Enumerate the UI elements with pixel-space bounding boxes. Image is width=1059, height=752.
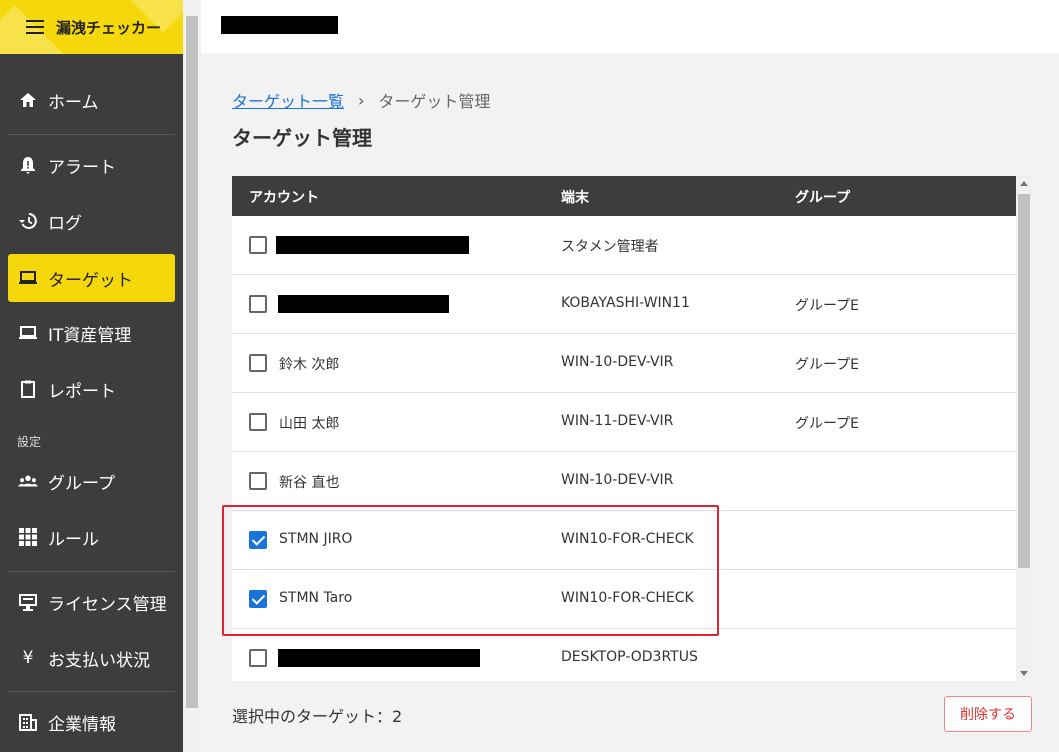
sidebar-scrollbar-thumb[interactable] [186, 16, 198, 708]
column-header-terminal: 端末 [561, 190, 589, 206]
row-checkbox[interactable] [249, 354, 267, 372]
sidebar-item-alert[interactable]: アラート [8, 141, 175, 189]
sidebar-item-label: アラート [48, 157, 116, 178]
table-scrollbar[interactable] [1016, 176, 1032, 681]
breadcrumb-link-target-list[interactable]: ターゲット一覧 [232, 88, 344, 112]
sidebar-item-home[interactable]: ホーム [8, 76, 175, 124]
table-scrollbar-thumb[interactable] [1018, 194, 1030, 568]
terminal-cell: WIN-10-DEV-VIR [561, 354, 674, 370]
table-row[interactable]: KOBAYASHI-WIN11 グループE [232, 275, 1016, 334]
divider [8, 571, 175, 572]
divider [8, 134, 175, 135]
row-checkbox[interactable] [249, 472, 267, 490]
sidebar-item-payment[interactable]: ¥ お支払い状況 [8, 634, 175, 682]
scroll-down-arrow-icon[interactable] [1020, 671, 1028, 676]
sidebar-item-label: ホーム [48, 92, 99, 113]
selected-count: 選択中のターゲット：2 [232, 707, 403, 726]
sidebar-item-log[interactable]: ログ [8, 197, 175, 245]
sidebar-item-report[interactable]: レポート [8, 365, 175, 413]
table-row[interactable]: DESKTOP-OD3RTUS [232, 629, 1016, 681]
yen-icon: ¥ [22, 648, 34, 668]
top-header [201, 0, 1059, 53]
sidebar-item-label: レポート [48, 381, 116, 402]
page-title: ターゲット管理 [232, 126, 372, 150]
row-checkbox[interactable] [249, 236, 267, 254]
sidebar-item-label: グループ [48, 473, 115, 494]
terminal-cell: KOBAYASHI-WIN11 [561, 295, 690, 311]
sidebar-item-group[interactable]: グループ [8, 457, 175, 505]
row-checkbox[interactable] [249, 295, 267, 313]
sidebar-item-rule[interactable]: ルール [8, 513, 175, 561]
account-cell: 山田 太郎 [279, 416, 340, 432]
scroll-up-arrow-icon[interactable] [1020, 181, 1028, 186]
app-title: 漏洩チェッカー [56, 18, 162, 37]
group-cell: グループE [795, 298, 860, 314]
building-icon [18, 712, 38, 732]
row-checkbox[interactable] [249, 649, 267, 667]
redacted-account [278, 649, 480, 667]
chevron-right-icon: › [358, 90, 365, 110]
terminal-cell: WIN-10-DEV-VIR [561, 472, 674, 488]
sidebar-item-label: IT資産管理 [48, 325, 132, 346]
terminal-cell: DESKTOP-OD3RTUS [561, 649, 698, 665]
divider [8, 691, 175, 692]
row-checkbox[interactable] [249, 413, 267, 431]
group-cell: グループE [795, 357, 860, 373]
account-cell: 鈴木 次郎 [279, 357, 340, 373]
group-cell: グループE [795, 416, 860, 432]
grid-icon [18, 527, 38, 547]
sidebar-item-target[interactable]: ターゲット [8, 254, 175, 302]
table-row[interactable]: 新谷 直也 WIN-10-DEV-VIR [232, 452, 1016, 511]
sidebar-item-label: 企業情報 [48, 714, 116, 735]
laptop-icon [18, 323, 38, 343]
sidebar-item-label: ターゲット [48, 270, 133, 291]
breadcrumb: ターゲット一覧 › ターゲット管理 [232, 88, 490, 112]
sidebar-scrollbar[interactable] [183, 0, 201, 752]
sidebar: 漏洩チェッカー ホーム アラート ログ ターゲット IT資産管理 レポート 設定… [0, 0, 183, 752]
brand-header: 漏洩チェッカー [0, 0, 183, 54]
home-icon [18, 90, 38, 110]
redacted-account [276, 236, 469, 254]
terminal-cell: WIN-11-DEV-VIR [561, 413, 674, 429]
sidebar-item-label: ルール [48, 529, 99, 550]
table-row[interactable]: スタメン管理者 [232, 216, 1016, 275]
account-cell: 新谷 直也 [279, 475, 340, 491]
history-icon [18, 211, 38, 231]
selection-highlight-box [222, 505, 719, 636]
alert-bell-icon [18, 155, 38, 175]
license-icon [18, 592, 38, 612]
delete-button[interactable]: 削除する [944, 696, 1032, 732]
section-label-settings: 設定 [17, 435, 42, 449]
column-header-group: グループ [795, 190, 851, 206]
menu-icon[interactable] [26, 20, 44, 34]
table-row[interactable]: 山田 太郎 WIN-11-DEV-VIR グループE [232, 393, 1016, 452]
clipboard-icon [18, 379, 38, 399]
terminal-cell: スタメン管理者 [561, 239, 659, 255]
table-header: アカウント 端末 グループ [232, 176, 1016, 216]
sidebar-item-it-assets[interactable]: IT資産管理 [8, 309, 175, 357]
laptop-user-icon [18, 268, 38, 288]
column-header-account: アカウント [249, 190, 319, 206]
breadcrumb-current: ターゲット管理 [378, 92, 491, 111]
redacted-account [278, 295, 449, 313]
sidebar-item-license[interactable]: ライセンス管理 [8, 578, 175, 626]
sidebar-item-label: お支払い状況 [48, 650, 150, 671]
redacted-username [221, 16, 338, 34]
sidebar-item-company[interactable]: 企業情報 [8, 698, 175, 746]
sidebar-item-label: ログ [48, 213, 82, 234]
sidebar-item-label: ライセンス管理 [48, 594, 167, 615]
table-row[interactable]: 鈴木 次郎 WIN-10-DEV-VIR グループE [232, 334, 1016, 393]
people-icon [18, 471, 38, 491]
